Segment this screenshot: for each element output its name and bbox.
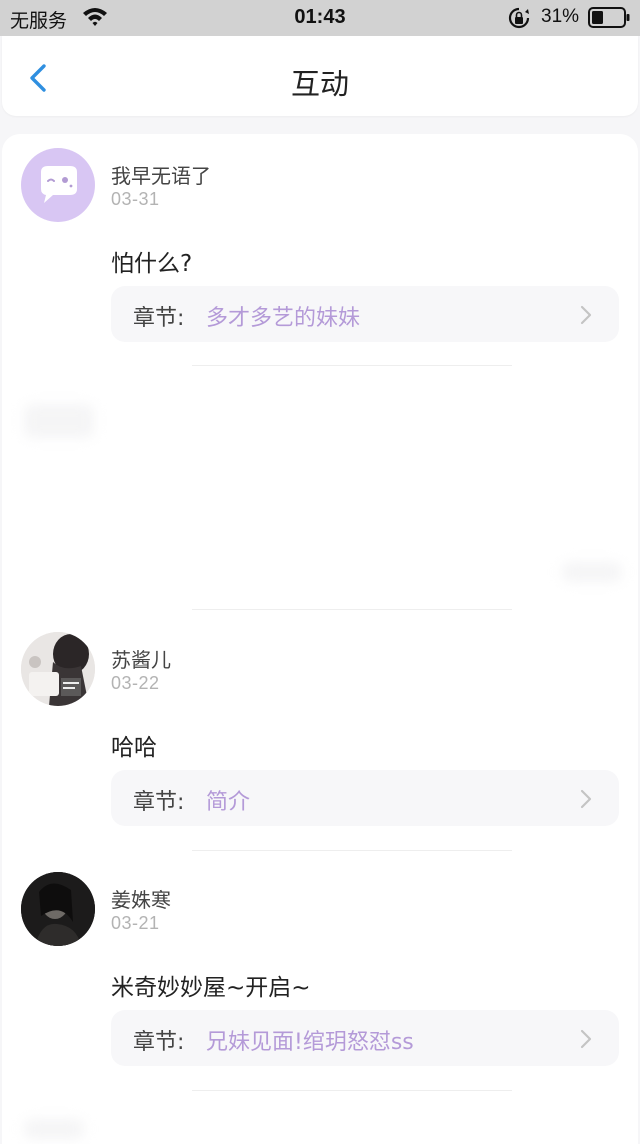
blurred-item [562,562,622,582]
comment-text: 米奇妙妙屋~开启~ [111,975,311,1001]
chevron-right-icon [580,1029,592,1049]
chapter-link[interactable]: 章节: 兄妹见面!绾玥怒怼ss [111,1010,619,1066]
avatar[interactable] [21,632,95,706]
chapter-link[interactable]: 章节: 简介 [111,770,619,826]
username[interactable]: 姜姝寒 [111,884,171,913]
chapter-title: 简介 [206,790,251,815]
user-photo [21,872,95,946]
username[interactable]: 苏酱儿 [111,644,171,673]
chapter-label: 章节: [133,306,185,331]
divider [192,850,512,851]
avatar[interactable] [21,872,95,946]
blurred-item [24,1119,84,1139]
chapter-link[interactable]: 章节: 多才多艺的妹妹 [111,286,619,342]
avatar[interactable] [21,148,95,222]
battery-percent: 31% [541,6,580,27]
comment-list[interactable]: 我早无语了 03-31 怕什么? 章节: 多才多艺的妹妹 苏酱儿 03-22 哈… [2,134,638,1144]
comment-date: 03-21 [111,913,160,933]
chapter-label: 章节: [133,1030,185,1055]
divider [192,1090,512,1091]
comment-text: 哈哈 [111,735,157,761]
nav-bar: 互动 [2,36,638,116]
user-photo [21,632,95,706]
blurred-item [24,404,94,438]
chapter-title: 兄妹见面!绾玥怒怼ss [206,1030,414,1055]
battery-icon [588,7,630,28]
divider [192,609,512,610]
divider [192,365,512,366]
chapter-title: 多才多艺的妹妹 [206,306,361,331]
comment-text: 怕什么? [111,251,193,277]
chat-bubble-icon [41,166,77,203]
comment-date: 03-31 [111,189,160,209]
page-title: 互动 [290,67,349,101]
chevron-right-icon [580,305,592,325]
chapter-label: 章节: [133,790,185,815]
chevron-right-icon [580,789,592,809]
username[interactable]: 我早无语了 [111,160,211,189]
status-bar: 无服务 01:43 31% [0,0,640,36]
rotation-lock-icon [508,7,530,29]
comment-date: 03-22 [111,673,160,693]
